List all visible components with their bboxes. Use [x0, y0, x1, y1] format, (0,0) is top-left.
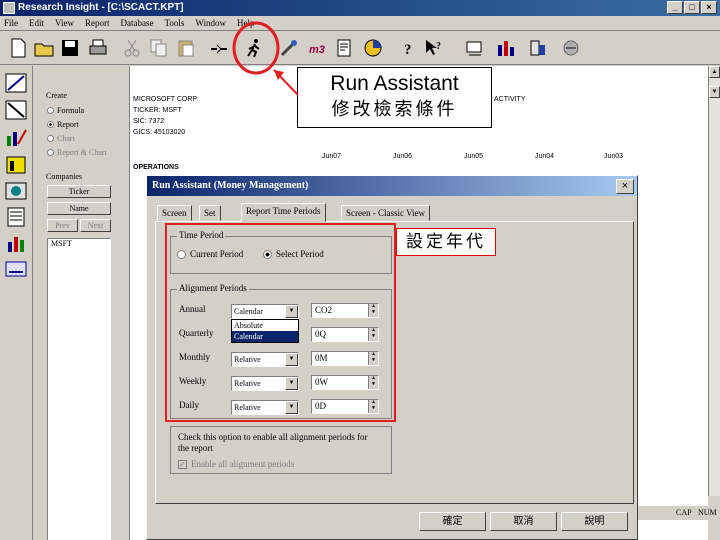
strip-tool-6-icon[interactable]: [4, 206, 28, 228]
strip-tool-4-icon[interactable]: [4, 153, 28, 175]
link-icon[interactable]: [208, 37, 230, 59]
dialog-close-icon[interactable]: ×: [616, 179, 634, 194]
companies-label: Companies: [46, 172, 82, 181]
ticker-button[interactable]: Ticker: [47, 185, 111, 198]
doc-ticker: TICKER: MSFT: [133, 107, 182, 114]
data-icon[interactable]: [527, 37, 549, 59]
connect-icon[interactable]: [560, 37, 582, 59]
status-num: NUM: [698, 508, 717, 517]
doc-company: MICROSOFT CORP: [133, 96, 198, 103]
new-file-icon[interactable]: [7, 37, 29, 59]
list-item[interactable]: MSFT: [48, 239, 110, 248]
status-bar: CAP NUM: [630, 506, 720, 520]
run-assistant-icon[interactable]: [243, 37, 265, 59]
menu-report[interactable]: Report: [85, 18, 110, 28]
m3-icon[interactable]: m3: [308, 37, 330, 59]
strip-tool-7-icon[interactable]: [4, 232, 28, 254]
svg-text:?: ?: [404, 42, 412, 58]
create-label: Create: [46, 91, 67, 100]
doc-year: Jun03: [604, 153, 624, 160]
doc-year: Jun04: [535, 153, 555, 160]
next-button[interactable]: Next: [80, 219, 111, 232]
status-cap: CAP: [676, 508, 692, 517]
strip-tool-1-icon[interactable]: [4, 72, 28, 94]
toolbar: m3 ? ?: [0, 31, 720, 65]
svg-text:m3: m3: [309, 44, 325, 56]
side-panel: Create Formula Report Chart Report & Cha…: [34, 66, 130, 540]
menu-edit[interactable]: Edit: [29, 18, 44, 28]
prev-button[interactable]: Prev: [47, 219, 78, 232]
tab-screen-classic[interactable]: Screen - Classic View: [341, 205, 431, 221]
cut-icon[interactable]: [121, 37, 143, 59]
doc-sic: SIC: 7372: [133, 118, 165, 125]
doc-activity: ACTIVITY: [494, 96, 526, 103]
callout-subtitle: 修改檢索條件: [331, 99, 458, 120]
print-icon[interactable]: [87, 37, 109, 59]
callout-title: Run Assistant: [330, 72, 459, 95]
menu-tools[interactable]: Tools: [164, 18, 184, 28]
close-button[interactable]: ×: [701, 1, 717, 14]
enable-group: [170, 426, 392, 474]
highlight-box: [165, 223, 396, 422]
name-button[interactable]: Name: [47, 202, 111, 215]
report-icon[interactable]: [334, 37, 356, 59]
menu-file[interactable]: File: [4, 18, 18, 28]
radio-chart[interactable]: Chart: [47, 134, 75, 143]
strip-tool-5-icon[interactable]: [4, 180, 28, 202]
menu-window[interactable]: Window: [195, 18, 226, 28]
strip-tool-3-icon[interactable]: [4, 126, 28, 148]
tab-report-time-periods[interactable]: Report Time Periods: [241, 203, 326, 222]
bar-chart-icon[interactable]: [495, 37, 517, 59]
vertical-scrollbar[interactable]: ▲ ▼: [708, 66, 720, 496]
radio-report-chart[interactable]: Report & Chart: [47, 148, 107, 157]
radio-report[interactable]: Report: [47, 120, 79, 129]
help-button[interactable]: 說明: [561, 512, 628, 531]
set-year-annotation: 設定年代: [396, 228, 496, 256]
scroll-down-icon[interactable]: ▼: [709, 86, 720, 98]
run-assistant-callout: Run Assistant 修改檢索條件: [297, 67, 492, 128]
app-icon: [3, 2, 15, 14]
tab-set[interactable]: Set: [199, 205, 221, 221]
doc-year: Jun05: [464, 153, 484, 160]
menu-database[interactable]: Database: [120, 18, 153, 28]
window-title: Research Insight - [C:\SCACT.KPT]: [18, 2, 184, 13]
save-icon[interactable]: [59, 37, 81, 59]
paste-icon[interactable]: [175, 37, 197, 59]
menu-help[interactable]: Help: [237, 18, 255, 28]
company-list[interactable]: MSFT: [47, 238, 111, 540]
doc-operations: OPERATIONS: [133, 164, 179, 171]
copy-icon[interactable]: [148, 37, 170, 59]
strip-tool-8-icon[interactable]: [4, 258, 28, 280]
window-title-bar: Research Insight - [C:\SCACT.KPT] _ □ ×: [0, 0, 720, 16]
doc-year: Jun07: [322, 153, 342, 160]
radio-formula[interactable]: Formula: [47, 106, 84, 115]
scroll-up-icon[interactable]: ▲: [709, 66, 720, 78]
cancel-button[interactable]: 取消: [490, 512, 557, 531]
help-icon[interactable]: ?: [398, 37, 420, 59]
strip-tool-2-icon[interactable]: [4, 99, 28, 121]
svg-text:?: ?: [436, 41, 441, 52]
chart-disk-icon[interactable]: [362, 37, 384, 59]
doc-gics: GICS: 45103020: [133, 129, 186, 136]
tools-icon[interactable]: [278, 37, 300, 59]
minimize-button[interactable]: _: [667, 1, 683, 14]
maximize-button[interactable]: □: [684, 1, 700, 14]
tab-panel: Time Period Current Period Select Period…: [155, 221, 634, 504]
left-tool-strip: [0, 66, 33, 540]
doc-year: Jun06: [393, 153, 413, 160]
open-folder-icon[interactable]: [33, 37, 55, 59]
menu-bar: File Edit View Report Database Tools Win…: [0, 16, 720, 31]
ok-button[interactable]: 確定: [419, 512, 486, 531]
arrange-icon[interactable]: [464, 37, 486, 59]
run-assistant-dialog: Run Assistant (Money Management) × Scree…: [146, 175, 638, 540]
menu-view[interactable]: View: [55, 18, 74, 28]
dialog-title: Run Assistant (Money Management): [147, 176, 637, 196]
tab-screen[interactable]: Screen: [157, 205, 192, 221]
context-help-icon[interactable]: ?: [423, 37, 445, 59]
